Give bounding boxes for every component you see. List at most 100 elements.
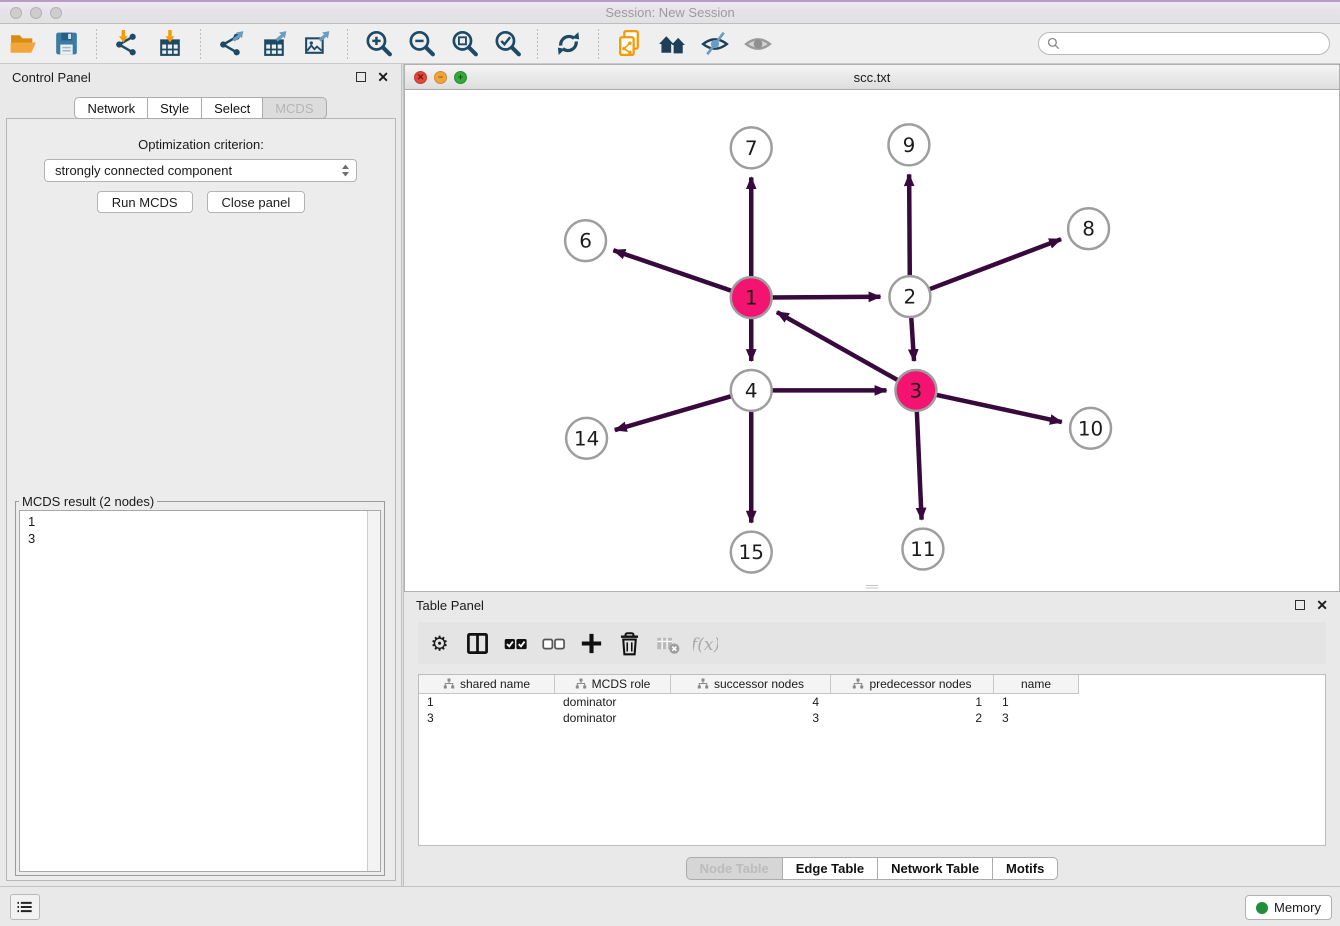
deselect-all-button[interactable] (540, 630, 566, 656)
column-header-mcds-role[interactable]: MCDS role (555, 675, 671, 693)
refresh-layout-icon (553, 28, 584, 59)
column-header-successor-nodes[interactable]: successor nodes (671, 675, 831, 693)
search-input[interactable] (1065, 36, 1321, 51)
import-network-icon (112, 28, 143, 59)
toolbar-separator (598, 29, 599, 59)
graph-node-1[interactable]: 1 (731, 277, 772, 318)
optimization-label: Optimization criterion: (7, 137, 395, 152)
split-columns-button[interactable] (464, 630, 490, 656)
graph-node-3[interactable]: 3 (895, 370, 936, 411)
graph-node-14[interactable]: 14 (566, 418, 607, 459)
run-mcds-button[interactable]: Run MCDS (97, 191, 193, 213)
graph-node-9[interactable]: 9 (888, 124, 929, 165)
table-toolbar: ⚙ f(x) (418, 622, 1326, 664)
open-session-button[interactable] (6, 27, 40, 61)
memory-label: Memory (1274, 900, 1321, 915)
graph-edge-1-6[interactable] (613, 250, 732, 291)
result-scrollbar[interactable] (367, 511, 380, 871)
column-header-predecessor-nodes[interactable]: predecessor nodes (831, 675, 994, 693)
home-view-button[interactable] (655, 27, 689, 61)
close-panel-icon[interactable]: ✕ (377, 70, 389, 84)
graph-edge-3-10[interactable] (935, 395, 1062, 423)
deselect-all-icon (541, 631, 566, 656)
graph-node-4[interactable]: 4 (731, 370, 772, 411)
zoom-fit-button[interactable] (447, 27, 481, 61)
show-all-button[interactable] (741, 27, 775, 61)
zoom-selected-button[interactable] (490, 27, 524, 61)
table-tab-edge-table[interactable]: Edge Table (782, 857, 878, 880)
svg-text:7: 7 (745, 136, 758, 160)
mcds-result-list[interactable]: 1 3 (20, 511, 367, 871)
net-close-button[interactable]: ✕ (414, 71, 427, 84)
svg-text:4: 4 (745, 378, 758, 402)
graph-node-15[interactable]: 15 (731, 532, 772, 573)
float-panel-icon[interactable] (356, 72, 366, 82)
import-table-button[interactable] (153, 27, 187, 61)
zoom-out-button[interactable] (404, 27, 438, 61)
zoom-in-button[interactable] (361, 27, 395, 61)
network-window-title: scc.txt (405, 70, 1339, 85)
gear-button[interactable]: ⚙ (426, 630, 452, 656)
table-tab-motifs[interactable]: Motifs (992, 857, 1058, 880)
float-table-panel-icon[interactable] (1295, 600, 1305, 610)
control-panel-tabs: NetworkStyleSelectMCDS (0, 97, 401, 119)
select-all-button[interactable] (502, 630, 528, 656)
table-row[interactable]: 3dominator323 (419, 710, 1325, 726)
network-canvas[interactable]: 1 2 3 4 6 7 8 9 10 11 14 15 (405, 91, 1339, 591)
apply-function-button[interactable]: f(x) (692, 630, 718, 656)
refresh-layout-button[interactable] (551, 27, 585, 61)
export-network-button[interactable] (214, 27, 248, 61)
svg-text:9: 9 (903, 133, 916, 157)
import-network-button[interactable] (110, 27, 144, 61)
save-session-button[interactable] (49, 27, 83, 61)
delete-column-button[interactable] (616, 630, 642, 656)
mcds-panel: Optimization criterion: strongly connect… (6, 118, 396, 881)
graph-edge-1-2[interactable] (771, 297, 881, 298)
graph-edge-2-3[interactable] (911, 316, 914, 361)
cell-mcds-role: dominator (555, 710, 671, 726)
table-tab-network-table[interactable]: Network Table (877, 857, 993, 880)
graph-node-7[interactable]: 7 (731, 127, 772, 168)
graph-node-6[interactable]: 6 (565, 220, 606, 261)
graph-edge-2-8[interactable] (928, 239, 1061, 289)
svg-text:1: 1 (745, 286, 758, 310)
graph-edge-3-11[interactable] (917, 410, 922, 520)
graph-node-10[interactable]: 10 (1070, 408, 1111, 449)
column-header-name[interactable]: name (994, 675, 1078, 693)
memory-button[interactable]: Memory (1245, 895, 1332, 920)
cell-name: 3 (994, 710, 1078, 726)
net-maximize-button[interactable]: + (454, 71, 467, 84)
resize-grip[interactable] (866, 585, 878, 590)
close-panel-button[interactable]: Close panel (207, 191, 306, 213)
delete-table-button[interactable] (654, 630, 680, 656)
graph-edge-3-1[interactable] (777, 312, 899, 381)
clone-network-button[interactable] (612, 27, 646, 61)
table-tab-node-table[interactable]: Node Table (686, 857, 783, 880)
net-minimize-button[interactable]: − (434, 71, 447, 84)
table-row[interactable]: 1dominator411 (419, 694, 1325, 710)
control-tab-mcds[interactable]: MCDS (262, 97, 326, 119)
svg-text:2: 2 (904, 285, 917, 309)
export-image-button[interactable] (300, 27, 334, 61)
search-field[interactable] (1038, 32, 1330, 55)
dropdown-value: strongly connected component (55, 163, 341, 178)
main-area: Control Panel ✕ NetworkStyleSelectMCDS O… (0, 64, 1340, 886)
control-tab-select[interactable]: Select (201, 97, 263, 119)
zoom-selected-icon (492, 28, 523, 59)
graph-edge-2-9[interactable] (909, 174, 910, 277)
graph-node-8[interactable]: 8 (1068, 208, 1109, 249)
control-tab-style[interactable]: Style (147, 97, 202, 119)
graph-node-11[interactable]: 11 (902, 529, 943, 570)
task-history-button[interactable] (10, 894, 40, 920)
add-column-button[interactable] (578, 630, 604, 656)
control-tab-network[interactable]: Network (74, 97, 148, 119)
optimization-dropdown[interactable]: strongly connected component (44, 159, 357, 182)
table-panel-header: Table Panel ✕ (404, 592, 1340, 618)
hide-selected-button[interactable] (698, 27, 732, 61)
close-table-panel-icon[interactable]: ✕ (1316, 598, 1328, 612)
export-table-button[interactable] (257, 27, 291, 61)
graph-node-2[interactable]: 2 (889, 276, 930, 317)
column-header-shared-name[interactable]: shared name (419, 675, 555, 693)
network-graph[interactable]: 1 2 3 4 6 7 8 9 10 11 14 15 (405, 91, 1339, 591)
graph-edge-4-14[interactable] (615, 396, 733, 430)
